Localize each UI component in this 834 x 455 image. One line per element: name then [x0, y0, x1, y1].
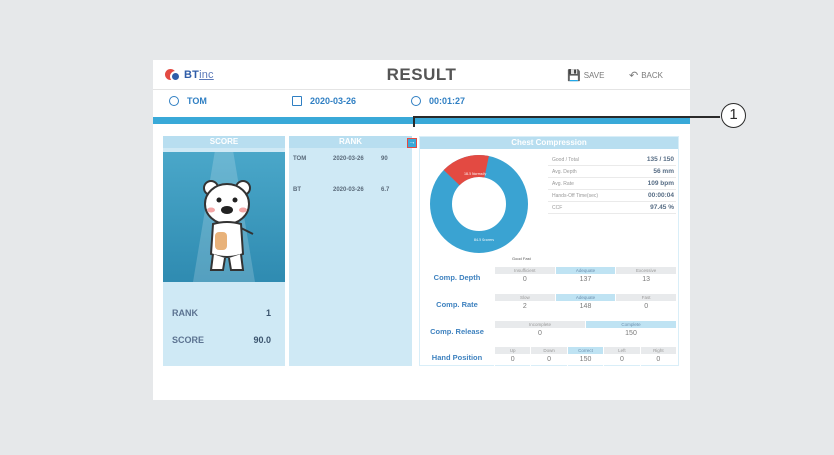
metric-cell: Adequate 137 [554, 267, 616, 287]
comp-depth-row: Comp. Depth Insufficient 0 Adequate 137 Ex… [422, 267, 677, 287]
stats-row: CCF 97.45 % [548, 202, 676, 214]
comp-release-row: Comp. Release Incomplete 0 Complete 150 [422, 321, 676, 341]
hand-position-label: Hand Position [431, 352, 483, 362]
arrow-right-icon: → [408, 139, 416, 146]
session-date: 2020-03-26 [310, 96, 357, 106]
comp-rate-row: Comp. Rate Slow 2 Adequate 148 Fast 0 [422, 294, 677, 314]
bear-mascot-icon [203, 180, 254, 271]
rank-score: 6.7 [381, 187, 390, 193]
chest-compression-panel: Chest Compression 18.5 Normally 84.5 Sco… [419, 136, 679, 367]
calendar-icon [292, 96, 302, 106]
rank-date: 2020-03-26 [333, 187, 364, 193]
expand-arrow-button[interactable]: → [407, 138, 417, 148]
stats-row: Good / Total 135 / 150 [548, 154, 676, 166]
stats-row: Hands-Off Time(sec) 00:00:04 [548, 190, 676, 202]
callout-line [413, 116, 720, 118]
metric-cell: Slow 2 [494, 294, 555, 314]
page-title: RESULT [386, 65, 457, 84]
back-label: BACK [641, 71, 664, 80]
save-label: SAVE [583, 71, 605, 80]
rank-label: RANK [172, 308, 198, 318]
user-name: TOM [187, 96, 207, 106]
save-button[interactable]: 💾 SAVE [567, 69, 604, 82]
comp-depth-label: Comp. Depth [433, 272, 481, 282]
back-button[interactable]: ↶ BACK [629, 69, 663, 82]
metric-cell: Correct 150 [566, 347, 604, 367]
stats-row: Avg. Depth 56 mm [548, 166, 676, 178]
hand-position-row: Hand Position Up 0 Down 0 Correct 150 Left 0… [422, 347, 677, 367]
callout-number: 1 [721, 103, 746, 128]
mascot-image [163, 152, 285, 282]
time-info: 00:01:27 [411, 96, 465, 106]
chest-header: Chest Compression [420, 137, 678, 149]
date-info: 2020-03-26 [292, 96, 356, 106]
rank-name: TOM [293, 156, 307, 162]
stats-row: Avg. Rate 109 bpm [548, 178, 676, 190]
metric-cell: Insufficient 0 [494, 267, 555, 287]
metric-cell: Excessive 13 [615, 267, 677, 287]
info-bar: TOM 2020-03-26 00:01:27 [153, 91, 690, 113]
metric-cell: Left 0 [603, 347, 640, 367]
score-value: 90.0 [253, 335, 271, 345]
metric-cell: Complete 150 [585, 321, 676, 341]
session-time: 00:01:27 [429, 96, 466, 106]
metric-cell: Fast 0 [615, 294, 677, 314]
rank-name: BT [293, 187, 301, 193]
rank-header: RANK [289, 136, 412, 148]
top-bar: BTinc RESULT 💾 SAVE ↶ BACK [153, 60, 690, 90]
comp-release-label: Comp. Release [430, 326, 484, 336]
metric-cell: Down 0 [530, 347, 567, 367]
donut-red-label: 18.5 Normally [464, 172, 487, 176]
back-arrow-icon: ↶ [629, 70, 639, 82]
rank-date: 2020-03-26 [333, 156, 364, 162]
save-icon: 💾 [567, 70, 581, 82]
score-label: SCORE [172, 335, 205, 345]
user-info: TOM [169, 96, 207, 106]
metric-cell: Up 0 [494, 347, 531, 367]
compression-stats: Good / Total 135 / 150 Avg. Depth 56 mm Av… [548, 154, 676, 214]
rank-score: 90 [381, 156, 388, 162]
donut-legend: Good Fast [512, 256, 531, 261]
comp-rate-label: Comp. Rate [436, 299, 478, 309]
accent-stripe [153, 117, 690, 124]
user-icon [169, 96, 179, 106]
metric-cell: Incomplete 0 [494, 321, 585, 341]
score-header: SCORE [163, 136, 285, 148]
compression-donut-chart: 18.5 Normally 84.5 Scorers [430, 155, 528, 253]
rank-value: 1 [265, 308, 271, 318]
clock-icon [411, 96, 421, 106]
metric-cell: Right 0 [639, 347, 677, 367]
donut-blue-label: 84.5 Scorers [474, 238, 494, 242]
rank-panel: RANK TOM 2020-03-26 90 BT 2020-03-26 6.7 [289, 136, 412, 366]
metric-cell: Adequate 148 [554, 294, 616, 314]
callout-line-drop [413, 116, 415, 127]
score-panel: SCORE RANK 1 SCORE 90.0 [163, 136, 285, 366]
